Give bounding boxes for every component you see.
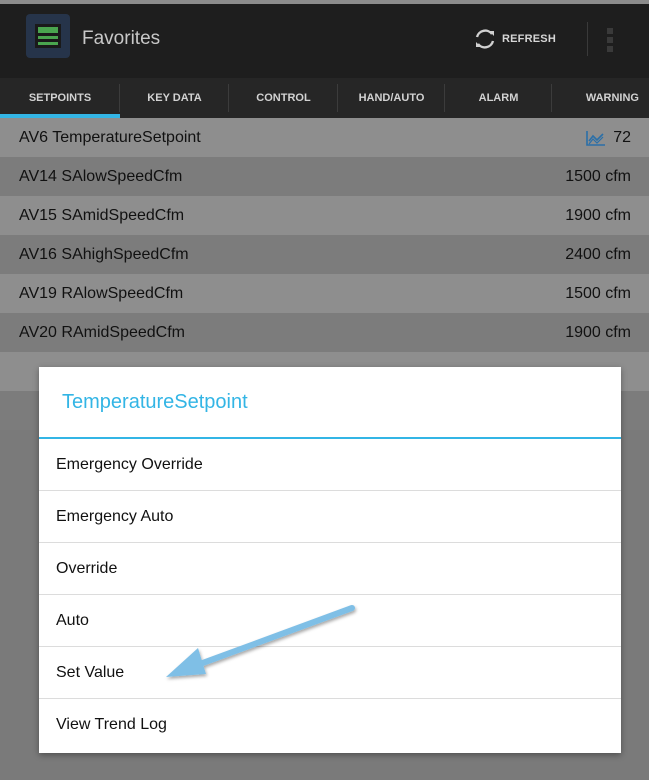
menu-item-emergency-override[interactable]: Emergency Override — [39, 439, 621, 491]
list-item[interactable]: AV15 SAmidSpeedCfm 1900 cfm — [0, 196, 649, 235]
point-name: AV16 SAhighSpeedCfm — [19, 245, 189, 263]
tab-label: HAND/AUTO — [358, 92, 425, 104]
tab-warning[interactable]: WARNING — [552, 78, 649, 118]
screen-title: Favorites — [82, 28, 161, 49]
point-name: AV14 SAlowSpeedCfm — [19, 167, 183, 185]
menu-item-emergency-auto[interactable]: Emergency Auto — [39, 491, 621, 543]
point-name: AV15 SAmidSpeedCfm — [19, 206, 185, 224]
point-value: 72 — [613, 128, 631, 146]
tab-bar: SETPOINTS KEY DATA CONTROL HAND/AUTO ALA… — [0, 78, 649, 118]
tab-label: WARNING — [585, 92, 639, 104]
refresh-button[interactable]: REFRESH — [472, 22, 588, 56]
tab-label: ALARM — [478, 92, 519, 104]
point-value: 2400 cfm — [565, 245, 631, 263]
point-name: AV19 RAlowSpeedCfm — [19, 284, 184, 302]
menu-item-view-trend-log[interactable]: View Trend Log — [39, 699, 621, 751]
point-name: AV20 RAmidSpeedCfm — [19, 323, 185, 341]
list-item[interactable]: AV20 RAmidSpeedCfm 1900 cfm — [0, 313, 649, 352]
point-name: AV6 TemperatureSetpoint — [19, 128, 201, 146]
dialog-title: TemperatureSetpoint — [39, 367, 621, 439]
tab-key-data[interactable]: KEY DATA — [120, 78, 229, 118]
tab-label: CONTROL — [256, 92, 311, 104]
action-bar: Favorites REFRESH — [0, 0, 649, 78]
menu-item-auto[interactable]: Auto — [39, 595, 621, 647]
tab-label: KEY DATA — [147, 92, 202, 104]
point-action-dialog: TemperatureSetpoint Emergency Override E… — [39, 367, 621, 753]
tab-alarm[interactable]: ALARM — [445, 78, 552, 118]
tab-hand-auto[interactable]: HAND/AUTO — [338, 78, 445, 118]
menu-item-override[interactable]: Override — [39, 543, 621, 595]
list-item[interactable]: AV6 TemperatureSetpoint 72 — [0, 118, 649, 157]
point-value: 1900 cfm — [565, 206, 631, 224]
trend-chart-icon[interactable] — [585, 129, 607, 147]
point-value: 1900 cfm — [565, 323, 631, 341]
tab-label: SETPOINTS — [28, 92, 92, 104]
list-item[interactable]: AV16 SAhighSpeedCfm 2400 cfm — [0, 235, 649, 274]
point-value: 1500 cfm — [565, 284, 631, 302]
list-item[interactable]: AV19 RAlowSpeedCfm 1500 cfm — [0, 274, 649, 313]
app-menu-icon[interactable] — [26, 14, 70, 58]
point-value: 1500 cfm — [565, 167, 631, 185]
refresh-icon — [475, 29, 495, 49]
refresh-label: REFRESH — [502, 33, 556, 45]
menu-item-set-value[interactable]: Set Value — [39, 647, 621, 699]
overflow-menu-icon[interactable] — [600, 26, 620, 54]
list-item[interactable]: AV14 SAlowSpeedCfm 1500 cfm — [0, 157, 649, 196]
tab-control[interactable]: CONTROL — [229, 78, 338, 118]
tab-setpoints[interactable]: SETPOINTS — [0, 78, 120, 118]
